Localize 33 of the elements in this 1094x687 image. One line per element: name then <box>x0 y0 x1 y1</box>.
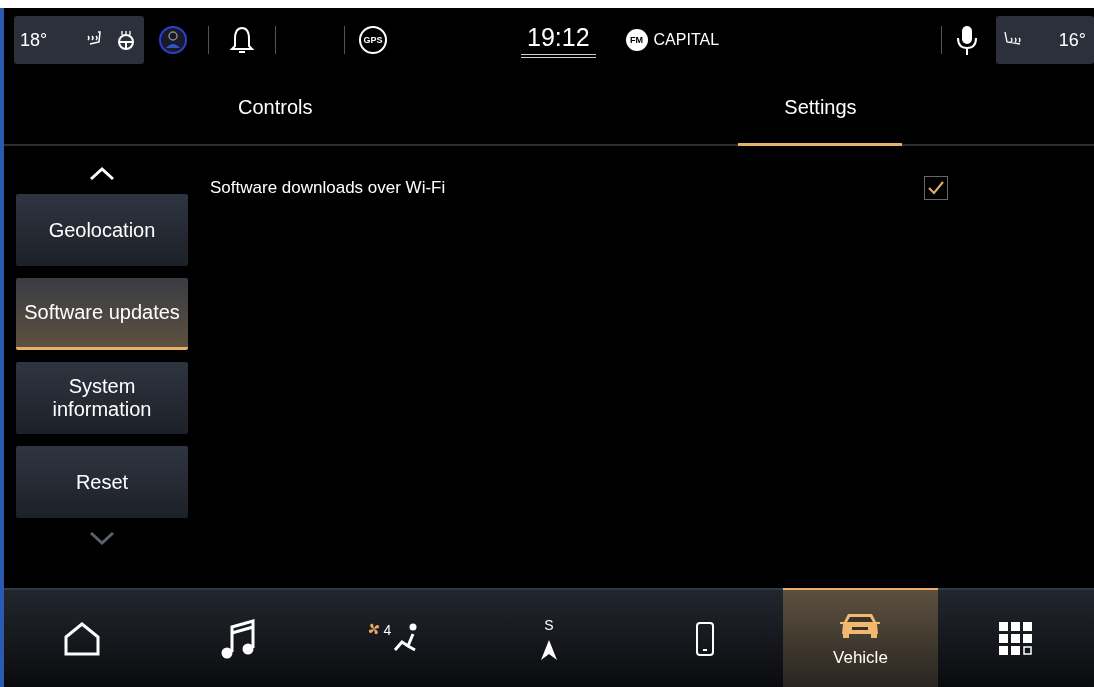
compass-heading: S <box>544 616 554 633</box>
climate-panel[interactable]: 16° <box>996 16 1094 64</box>
notification-bell-icon[interactable] <box>229 25 255 55</box>
clock: 19:12 <box>521 22 596 58</box>
nav-button[interactable]: Vehicle <box>782 588 939 687</box>
heated-steering-wheel-icon <box>116 30 136 50</box>
gps-icon: GPS <box>359 26 387 54</box>
scroll-up-icon[interactable] <box>88 166 116 182</box>
fan-icon <box>367 621 382 636</box>
music-note-icon <box>219 617 256 660</box>
driver-profile-icon[interactable] <box>158 25 188 55</box>
nav-button[interactable]: S <box>471 588 627 687</box>
radio-station[interactable]: CAPITAL <box>653 31 720 49</box>
app-grid-icon <box>998 620 1035 657</box>
fan-speed: 4 <box>383 621 392 638</box>
nav-button[interactable]: 4 <box>315 588 472 687</box>
checkbox[interactable] <box>924 176 948 200</box>
radio-band-badge: FM <box>625 29 648 51</box>
sidebar-item[interactable]: Geolocation <box>16 194 188 266</box>
sidebar-item[interactable]: System information <box>16 362 188 434</box>
temperature: 16° <box>1058 29 1086 51</box>
tab[interactable]: Controls <box>198 72 353 146</box>
microphone-icon[interactable] <box>956 24 978 56</box>
sidebar-item[interactable]: Software updates <box>16 278 188 350</box>
setting-label: Software downloads over Wi-Fi <box>210 178 446 198</box>
home-icon <box>62 620 101 657</box>
scroll-down-icon[interactable] <box>88 530 116 546</box>
tab[interactable]: Settings <box>738 72 903 146</box>
climate-panel[interactable]: 18° <box>14 16 144 64</box>
sidebar-item[interactable]: Reset <box>16 446 188 518</box>
navigation-arrow-icon <box>540 638 558 661</box>
temperature: 18° <box>20 29 49 51</box>
phone-icon <box>694 620 715 657</box>
